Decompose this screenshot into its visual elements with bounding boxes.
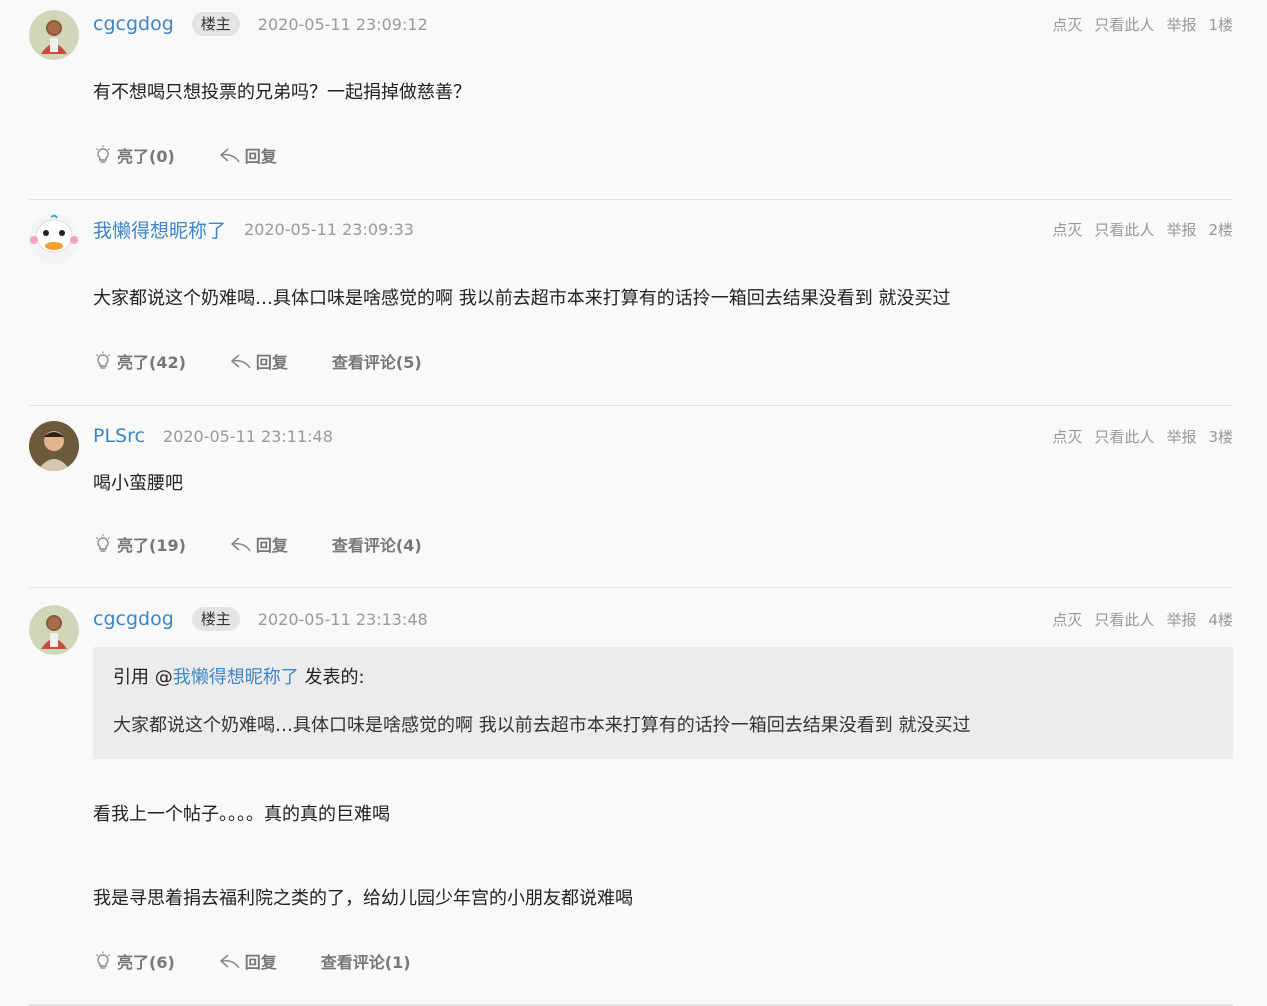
floor-number: 2楼 [1208,220,1233,239]
post-timestamp: 2020-05-11 23:11:48 [162,426,333,446]
quote-content: 大家都说这个奶难喝…具体口味是啥感觉的啊 我以前去超市本来打算有的话拎一箱回去结… [113,715,971,736]
view-comments-button[interactable]: 查看评论(5) [332,349,422,373]
report-link[interactable]: 举报 [1166,426,1196,447]
light-button[interactable]: 亮了(6) [93,949,175,973]
report-link[interactable]: 举报 [1166,14,1196,35]
light-count: 亮了(19) [117,536,186,555]
post-footer: 亮了(42) 回复 查看评论(5) [93,349,466,373]
bury-link[interactable]: 点灭 [1052,14,1082,35]
username-link[interactable]: cgcgdog [93,608,174,630]
username-link[interactable]: 我懒得想昵称了 [93,216,226,243]
post-floor-2: 我懒得想昵称了 2020-05-11 23:09:33 点灭 只看此人 举报 2… [29,200,1233,406]
view-comments-button[interactable]: 查看评论(1) [321,949,411,973]
reply-arrow-icon [220,954,240,969]
view-comments-label: 查看评论(1) [320,953,411,972]
reply-button[interactable]: 回复 [219,143,277,167]
post-footer: 亮了(6) 回复 查看评论(1) [93,949,455,973]
lightbulb-icon [96,951,110,969]
light-count: 亮了(42) [117,353,186,372]
report-link[interactable]: 举报 [1166,609,1196,630]
light-count: 亮了(6) [117,953,175,972]
post-header: 我懒得想昵称了 2020-05-11 23:09:33 点灭 只看此人 举报 2… [93,215,1233,243]
quoted-username-link[interactable]: 我懒得想昵称了 [173,667,299,688]
reply-label: 回复 [244,953,277,972]
lightbulb-icon [96,534,110,552]
only-author-link[interactable]: 只看此人 [1094,426,1154,447]
light-button[interactable]: 亮了(42) [93,349,186,373]
reply-label: 回复 [255,536,288,555]
only-author-link[interactable]: 只看此人 [1094,14,1154,35]
floor-number: 4楼 [1208,610,1233,629]
reply-arrow-icon [231,354,251,369]
reply-button[interactable]: 回复 [230,349,288,373]
view-comments-button[interactable]: 查看评论(4) [332,532,422,556]
post-content: 喝小蛮腰吧 [93,473,183,494]
username-link[interactable]: PLSrc [93,425,145,447]
quoted-post: 引用 @我懒得想昵称了 发表的: 大家都说这个奶难喝…具体口味是啥感觉的啊 我以… [93,647,1233,759]
lightbulb-icon [96,145,110,163]
post-header: cgcgdog 楼主 2020-05-11 23:13:48 点灭 只看此人 举… [93,605,1233,633]
quote-header: 引用 @我懒得想昵称了 发表的: [113,663,365,689]
reply-arrow-icon [231,537,251,552]
light-button[interactable]: 亮了(0) [93,143,175,167]
light-button[interactable]: 亮了(19) [93,532,186,556]
post-footer: 亮了(19) 回复 查看评论(4) [93,532,466,556]
post-header-actions: 点灭 只看此人 举报 1楼 [1052,14,1233,35]
reply-arrow-icon [220,148,240,163]
post-content: 看我上一个帖子。。。。真的真的巨难喝 [93,804,390,825]
user-avatar[interactable] [29,10,79,60]
view-comments-label: 查看评论(5) [331,353,422,372]
username-link[interactable]: cgcgdog [93,13,174,35]
only-author-link[interactable]: 只看此人 [1094,219,1154,240]
post-floor-1: cgcgdog 楼主 2020-05-11 23:09:12 点灭 只看此人 举… [29,0,1233,200]
reply-button[interactable]: 回复 [219,949,277,973]
post-floor-4: cgcgdog 楼主 2020-05-11 23:13:48 点灭 只看此人 举… [29,588,1233,1006]
post-header-actions: 点灭 只看此人 举报 3楼 [1052,426,1233,447]
light-count: 亮了(0) [117,147,175,166]
lightbulb-icon [96,351,110,369]
quote-suffix: 发表的: [298,667,365,688]
post-header: PLSrc 2020-05-11 23:11:48 点灭 只看此人 举报 3楼 [93,422,1233,450]
post-content: 我是寻思着捐去福利院之类的了，给幼儿园少年宫的小朋友都说难喝 [93,888,633,909]
reply-label: 回复 [244,147,277,166]
post-header-actions: 点灭 只看此人 举报 2楼 [1052,219,1233,240]
user-avatar[interactable] [29,605,79,655]
quote-prefix: 引用 @ [113,667,173,688]
post-timestamp: 2020-05-11 23:13:48 [257,609,428,629]
report-link[interactable]: 举报 [1166,219,1196,240]
post-timestamp: 2020-05-11 23:09:33 [244,219,414,239]
reply-label: 回复 [255,353,288,372]
floor-number: 3楼 [1208,427,1233,446]
user-avatar[interactable] [29,421,79,471]
view-comments-label: 查看评论(4) [331,536,422,555]
only-author-link[interactable]: 只看此人 [1094,609,1154,630]
post-timestamp: 2020-05-11 23:09:12 [257,14,428,34]
post-floor-3: PLSrc 2020-05-11 23:11:48 点灭 只看此人 举报 3楼 … [29,406,1233,588]
bury-link[interactable]: 点灭 [1052,219,1082,240]
reply-thread: cgcgdog 楼主 2020-05-11 23:09:12 点灭 只看此人 举… [29,0,1233,1006]
post-content: 有不想喝只想投票的兄弟吗？一起捐掉做慈善？ [93,82,471,103]
post-header-actions: 点灭 只看此人 举报 4楼 [1052,609,1233,630]
post-content: 大家都说这个奶难喝…具体口味是啥感觉的啊 我以前去超市本来打算有的话拎一箱回去结… [93,288,951,309]
post-footer: 亮了(0) 回复 [93,143,321,167]
op-badge: 楼主 [191,607,240,631]
post-header: cgcgdog 楼主 2020-05-11 23:09:12 点灭 只看此人 举… [93,10,1233,38]
reply-button[interactable]: 回复 [230,532,288,556]
floor-number: 1楼 [1208,15,1233,34]
bury-link[interactable]: 点灭 [1052,426,1082,447]
op-badge: 楼主 [191,12,240,36]
bury-link[interactable]: 点灭 [1052,609,1082,630]
user-avatar[interactable] [29,214,79,264]
